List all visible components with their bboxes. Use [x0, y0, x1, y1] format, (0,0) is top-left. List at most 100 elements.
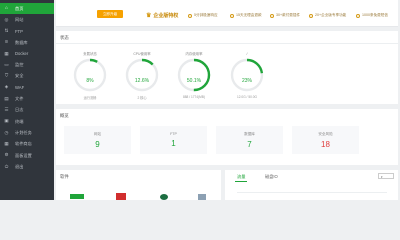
app-icon[interactable]	[70, 194, 84, 199]
sidebar: ⌂ 首页 ◎ 网站 ⇅ FTP ≋ 数据库 ▦ Docker ▭ 监控 ⛉ 安全 ◈ WAF ▤ 文件 ☰ 日志 ▣ 终端…	[0, 0, 54, 200]
sidebar-item-label: Docker	[15, 51, 29, 57]
tab-traffic[interactable]: 流量	[237, 174, 245, 180]
sidebar-item[interactable]: ◷ 计划任务	[0, 127, 54, 138]
feature-label: 1000条免费短信	[362, 13, 388, 17]
logout-icon: ⏻	[4, 163, 9, 169]
main-content: 立即升级 ♛ 企业版特权 5分钟极速响应 15天无理由退款 30+款付费插件 2…	[54, 0, 400, 200]
sidebar-item[interactable]: ☰ 日志	[0, 105, 54, 116]
stat-value: 7	[247, 140, 252, 149]
sidebar-item[interactable]: ▦ Docker	[0, 48, 54, 59]
gauge-ring	[73, 58, 107, 92]
traffic-panel: 流量 磁盘IO ▾	[225, 170, 398, 200]
feature-label: 30+款付费插件	[276, 13, 301, 17]
feature-item: 20+企业版专享功能	[309, 13, 346, 18]
log-icon: ☰	[4, 107, 9, 113]
gauge[interactable]: /23% 12.0G / 50.0G	[227, 51, 267, 99]
gear-icon: ⚙	[4, 152, 9, 158]
stat-label: 网站	[93, 132, 102, 136]
database-icon: ≋	[4, 39, 9, 45]
sidebar-item-label: WAF	[15, 85, 25, 91]
overview-title: 概览	[60, 113, 69, 118]
stat-card-database[interactable]: 数据库 7	[216, 126, 283, 154]
check-icon	[188, 13, 192, 18]
overview-panel: 概览 网站 9 FTP 1 数据库 7 安全风险 18	[56, 109, 398, 165]
gauge[interactable]: CPU使用率 12.6% 2 核心	[122, 51, 162, 100]
check-icon	[309, 13, 313, 18]
ftp-icon: ⇅	[4, 27, 9, 33]
promo-bar: 立即升级 ♛ 企业版特权 5分钟极速响应 15天无理由退款 30+款付费插件 2…	[56, 0, 398, 27]
gauge-percent: 8%	[86, 78, 94, 84]
sidebar-item-label: 文件	[15, 96, 24, 102]
sidebar-item-label: 数据库	[15, 39, 28, 45]
sidebar-item[interactable]: ▭ 监控	[0, 59, 54, 70]
docker-icon: ▦	[4, 50, 9, 56]
gauge[interactable]: 内存使用率 50.1% 888 / 1774(MB)	[174, 51, 214, 99]
waf-icon: ◈	[4, 84, 9, 90]
home-icon: ⌂	[5, 5, 8, 11]
stat-value: 9	[95, 140, 100, 149]
sidebar-item-label: 安全	[15, 73, 24, 79]
sidebar-item-label: 面板设置	[15, 152, 32, 158]
monitor-icon: ▭	[4, 61, 9, 67]
enterprise-title[interactable]: ♛ 企业版特权	[146, 12, 178, 19]
app-icon[interactable]	[116, 193, 126, 200]
sidebar-item-label: 监控	[15, 62, 24, 68]
gauge-percent: 50.1%	[186, 78, 202, 84]
sidebar-item-label: 终端	[15, 118, 24, 124]
gauge-subtext: 2 核心	[137, 96, 147, 100]
check-icon	[230, 13, 234, 18]
gauge[interactable]: 负载状态 8% 运行流畅	[70, 51, 110, 100]
tab-disk-io[interactable]: 磁盘IO	[265, 174, 278, 180]
stat-label: 安全风险	[318, 132, 333, 136]
software-panel: 软件	[56, 170, 221, 200]
stat-card-sites[interactable]: 网站 9	[64, 126, 131, 154]
sidebar-item[interactable]: ⌂ 首页	[0, 3, 54, 15]
shield-icon: ⛉	[4, 73, 9, 79]
sidebar-item[interactable]: ▤ 文件	[0, 93, 54, 104]
divider	[237, 192, 387, 193]
feature-label: 15天无理由退款	[236, 13, 262, 17]
sidebar-item[interactable]: ◈ WAF	[0, 82, 54, 93]
app-icon[interactable]	[160, 194, 168, 200]
gauge-ring	[177, 58, 211, 92]
gauge-subtext: 运行流畅	[83, 96, 97, 100]
feature-label: 5分钟极速响应	[194, 13, 218, 17]
sidebar-item[interactable]: ⛉ 安全	[0, 71, 54, 82]
software-title: 软件	[60, 174, 69, 179]
sidebar-item[interactable]: ⏻ 退出	[0, 161, 54, 172]
feature-label: 20+企业版专享功能	[315, 13, 347, 17]
enterprise-title-text: 企业版特权	[153, 13, 179, 19]
gauge-percent: 12.6%	[134, 78, 150, 84]
stat-label: 数据库	[244, 132, 255, 136]
upgrade-badge[interactable]: 立即升级	[97, 10, 123, 18]
sidebar-item[interactable]: ≋ 数据库	[0, 37, 54, 48]
stat-card-ftp[interactable]: FTP 1	[140, 126, 207, 154]
sidebar-item[interactable]: ◎ 网站	[0, 14, 54, 25]
gauge-percent: 23%	[241, 78, 252, 84]
sidebar-item-label: 网站	[15, 16, 24, 22]
clock-icon: ◷	[4, 129, 9, 135]
sidebar-item-label: FTP	[15, 28, 23, 34]
sidebar-item[interactable]: ⚙ 面板设置	[0, 150, 54, 161]
stat-card-security[interactable]: 安全风险 18	[292, 126, 359, 154]
check-icon	[270, 13, 274, 18]
gauge-subtext: 888 / 1774(MB)	[183, 95, 205, 99]
stat-value: 18	[321, 140, 330, 149]
gauge-subtext: 12.0G / 50.0G	[236, 95, 258, 99]
sidebar-item-label: 首页	[15, 5, 24, 11]
sidebar-item[interactable]: ⇅ FTP	[0, 26, 54, 37]
sidebar-item[interactable]: ▣ 终端	[0, 116, 54, 127]
interface-select[interactable]: ▾	[378, 173, 394, 179]
sidebar-item-label: 日志	[15, 107, 24, 113]
feature-item: 5分钟极速响应	[188, 13, 218, 18]
tab-underline	[235, 181, 247, 182]
status-panel: 状态 负载状态 8% 运行流畅 CPU使用率 12.6% 2 核心 内存使用率 50.1% 88…	[56, 31, 398, 104]
gauge-ring	[230, 58, 264, 92]
feature-item: 15天无理由退款	[230, 13, 262, 18]
sidebar-item[interactable]: ▦ 软件商店	[0, 139, 54, 150]
check-icon	[356, 13, 360, 18]
store-icon: ▦	[4, 140, 9, 146]
folder-icon: ▤	[4, 95, 9, 101]
app-icon[interactable]	[198, 194, 206, 200]
stat-value: 1	[171, 139, 176, 148]
